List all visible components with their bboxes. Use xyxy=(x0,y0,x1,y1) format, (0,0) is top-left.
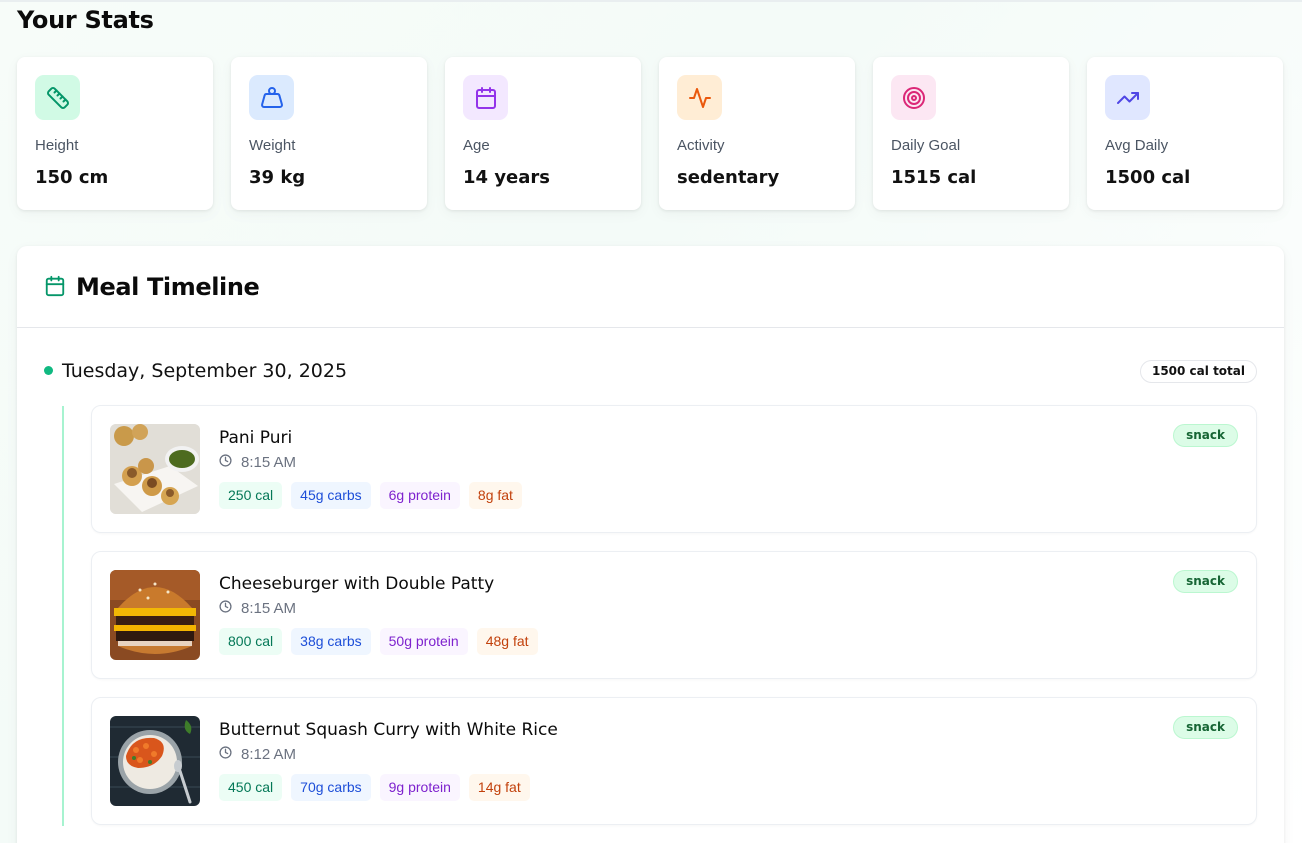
panel-title: Meal Timeline xyxy=(76,273,260,301)
stats-row: Height 150 cm Weight 39 kg Age 14 years … xyxy=(17,57,1283,210)
stat-value: 39 kg xyxy=(249,167,306,188)
meal-type-badge: snack xyxy=(1173,570,1238,593)
meal-timeline-panel: Meal Timeline Tuesday, September 30, 202… xyxy=(17,246,1284,843)
carbs-chip: 70g carbs xyxy=(291,774,371,801)
stat-value: 1515 cal xyxy=(891,167,977,188)
meal-name: Cheeseburger with Double Patty xyxy=(219,574,495,594)
fat-chip: 48g fat xyxy=(476,628,538,655)
activity-icon xyxy=(677,75,722,120)
protein-chip: 9g protein xyxy=(379,774,460,801)
meal-time: 8:15 AM xyxy=(219,600,296,617)
stat-value: 14 years xyxy=(463,167,550,188)
ruler-icon xyxy=(35,75,80,120)
clock-icon xyxy=(219,746,232,763)
stat-value: 150 cm xyxy=(35,167,109,188)
stat-label: Weight xyxy=(249,137,296,154)
page-title: Your Stats xyxy=(17,6,154,34)
weight-icon xyxy=(249,75,294,120)
meal-time-text: 8:12 AM xyxy=(241,746,297,763)
stat-label: Daily Goal xyxy=(891,137,961,154)
target-icon xyxy=(891,75,936,120)
carbs-chip: 38g carbs xyxy=(291,628,371,655)
stat-label: Avg Daily xyxy=(1105,137,1169,154)
meal-card[interactable]: Pani Puri 8:15 AM 250 cal 45g carbs 6g p… xyxy=(91,405,1257,533)
top-divider xyxy=(0,0,1302,2)
meal-name: Butternut Squash Curry with White Rice xyxy=(219,720,558,740)
timeline-line xyxy=(62,406,64,826)
stat-card-age: Age 14 years xyxy=(445,57,641,210)
meal-time: 8:15 AM xyxy=(219,454,296,471)
meal-type-badge: snack xyxy=(1173,716,1238,739)
nutrition-chips: 450 cal 70g carbs 9g protein 14g fat xyxy=(219,774,530,801)
meal-photo-squash-curry xyxy=(110,716,200,806)
stat-label: Height xyxy=(35,137,79,154)
meal-card[interactable]: Cheeseburger with Double Patty 8:15 AM 8… xyxy=(91,551,1257,679)
nutrition-chips: 800 cal 38g carbs 50g protein 48g fat xyxy=(219,628,538,655)
meal-name: Pani Puri xyxy=(219,428,293,448)
calories-chip: 800 cal xyxy=(219,628,283,655)
clock-icon xyxy=(219,600,232,617)
fat-chip: 8g fat xyxy=(468,482,522,509)
stat-card-daily-goal: Daily Goal 1515 cal xyxy=(873,57,1069,210)
stat-card-activity: Activity sedentary xyxy=(659,57,855,210)
calendar-icon xyxy=(463,75,508,120)
stat-card-avg-daily: Avg Daily 1500 cal xyxy=(1087,57,1283,210)
meal-type-badge: snack xyxy=(1173,424,1238,447)
meal-time-text: 8:15 AM xyxy=(241,454,297,471)
clock-icon xyxy=(219,454,232,471)
protein-chip: 50g protein xyxy=(379,628,468,655)
meal-photo-pani-puri xyxy=(110,424,200,514)
stat-label: Activity xyxy=(677,137,725,154)
carbs-chip: 45g carbs xyxy=(291,482,371,509)
day-total-badge: 1500 cal total xyxy=(1139,360,1257,383)
meal-time: 8:12 AM xyxy=(219,746,296,763)
day-marker-dot xyxy=(44,366,53,375)
calories-chip: 450 cal xyxy=(219,774,283,801)
stat-card-height: Height 150 cm xyxy=(17,57,213,210)
meal-photo-cheeseburger xyxy=(110,570,200,660)
trending-up-icon xyxy=(1105,75,1150,120)
day-date: Tuesday, September 30, 2025 xyxy=(62,360,348,382)
meal-card[interactable]: Butternut Squash Curry with White Rice 8… xyxy=(91,697,1257,825)
calories-chip: 250 cal xyxy=(219,482,283,509)
fat-chip: 14g fat xyxy=(468,774,530,801)
meal-time-text: 8:15 AM xyxy=(241,600,297,617)
calendar-icon xyxy=(44,275,66,301)
stat-value: 1500 cal xyxy=(1105,167,1191,188)
stat-value: sedentary xyxy=(677,167,780,188)
nutrition-chips: 250 cal 45g carbs 6g protein 8g fat xyxy=(219,482,522,509)
stat-card-weight: Weight 39 kg xyxy=(231,57,427,210)
stat-label: Age xyxy=(463,137,490,154)
panel-header: Meal Timeline xyxy=(17,246,1284,328)
protein-chip: 6g protein xyxy=(379,482,460,509)
